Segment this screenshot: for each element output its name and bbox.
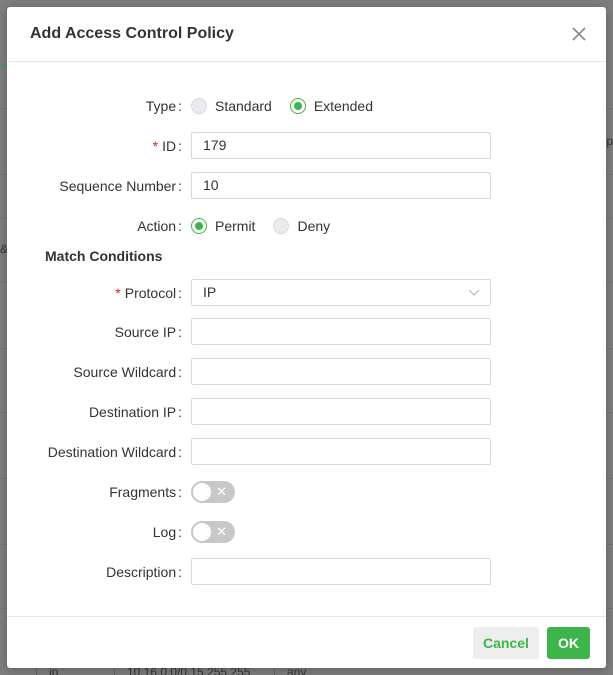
- chevron-down-icon: [468, 289, 480, 296]
- radio-label: Standard: [215, 98, 272, 114]
- dialog-title: Add Access Control Policy: [30, 25, 234, 42]
- action-radio-group: Permit Deny: [191, 212, 348, 240]
- description-input[interactable]: [191, 558, 491, 585]
- protocol-row: * Protocol: IP: [7, 279, 606, 307]
- type-standard-radio[interactable]: Standard: [191, 98, 272, 114]
- source-ip-row: Source IP:: [7, 318, 606, 346]
- id-row: * ID: 179: [7, 132, 606, 160]
- log-toggle[interactable]: ✕: [191, 521, 235, 543]
- close-button[interactable]: [570, 25, 588, 43]
- source-ip-input[interactable]: [191, 318, 491, 345]
- description-row: Description:: [7, 558, 606, 586]
- background-cell-text: p: [606, 134, 613, 148]
- log-row: Log: ✕: [7, 518, 606, 546]
- radio-label: Extended: [313, 98, 373, 114]
- fragments-row: Fragments: ✕: [7, 478, 606, 506]
- source-wildcard-row: Source Wildcard:: [7, 358, 606, 386]
- sequence-number-row: Sequence Number: 10: [7, 172, 606, 200]
- dialog-footer: Cancel OK: [7, 616, 606, 668]
- sequence-number-label: Sequence Number:: [59, 178, 182, 194]
- destination-ip-input[interactable]: [191, 398, 491, 425]
- destination-wildcard-input[interactable]: [191, 438, 491, 465]
- toggle-knob: [193, 523, 211, 541]
- dialog-header: Add Access Control Policy: [7, 7, 606, 62]
- action-permit-radio[interactable]: Permit: [191, 218, 255, 234]
- destination-wildcard-label: Destination Wildcard:: [47, 444, 182, 460]
- cancel-button[interactable]: Cancel: [473, 627, 539, 659]
- required-asterisk: *: [152, 138, 159, 154]
- close-icon: [572, 27, 586, 41]
- action-row: Action: Permit Deny: [7, 212, 606, 240]
- fragments-label: Fragments:: [109, 484, 182, 500]
- toggle-off-icon: ✕: [216, 524, 227, 539]
- ok-button[interactable]: OK: [547, 627, 590, 659]
- type-extended-radio[interactable]: Extended: [289, 98, 373, 114]
- radio-checked-icon: [289, 98, 306, 114]
- sequence-number-input[interactable]: 10: [191, 172, 491, 199]
- type-row: Type: Standard Extended: [7, 92, 606, 120]
- add-access-control-policy-dialog: Add Access Control Policy Type: Standard…: [7, 7, 606, 668]
- fragments-toggle[interactable]: ✕: [191, 481, 235, 503]
- protocol-select[interactable]: IP: [191, 279, 491, 306]
- type-radio-group: Standard Extended: [191, 92, 391, 120]
- id-input[interactable]: 179: [191, 132, 491, 159]
- description-label: Description:: [106, 564, 182, 580]
- action-label: Action:: [137, 218, 182, 234]
- source-wildcard-label: Source Wildcard:: [73, 364, 182, 380]
- type-label: Type:: [145, 98, 182, 114]
- destination-ip-label: Destination IP:: [88, 404, 182, 420]
- toggle-knob: [193, 483, 211, 501]
- radio-checked-icon: [191, 218, 207, 234]
- protocol-label: * Protocol:: [115, 285, 182, 301]
- toggle-off-icon: ✕: [216, 484, 227, 499]
- radio-label: Deny: [297, 218, 331, 234]
- required-asterisk: *: [115, 285, 121, 301]
- match-conditions-heading: Match Conditions: [45, 248, 163, 264]
- radio-label: Permit: [215, 218, 256, 234]
- source-ip-label: Source IP:: [114, 324, 182, 340]
- source-wildcard-input[interactable]: [191, 358, 491, 385]
- destination-wildcard-row: Destination Wildcard:: [7, 438, 606, 466]
- id-label: * ID:: [152, 138, 182, 154]
- log-label: Log:: [152, 524, 182, 540]
- protocol-selected-value: IP: [203, 284, 217, 300]
- radio-unchecked-icon: [191, 98, 207, 114]
- radio-unchecked-icon: [273, 218, 290, 234]
- action-deny-radio[interactable]: Deny: [273, 218, 330, 234]
- destination-ip-row: Destination IP:: [7, 398, 606, 426]
